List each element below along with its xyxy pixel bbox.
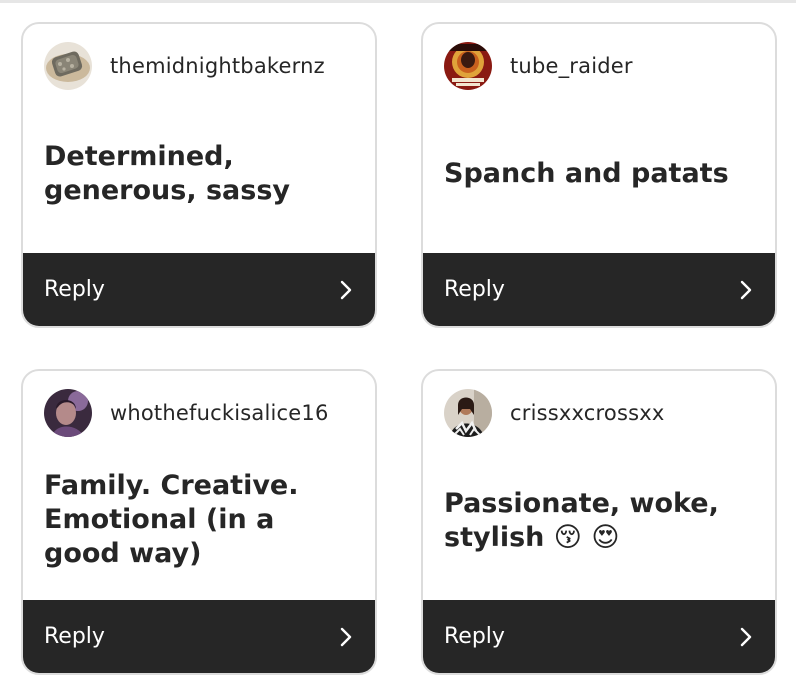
story-reply-card: tube_raider Spanch and patats Reply [421, 22, 777, 328]
chevron-right-icon [340, 627, 352, 646]
reply-label: Reply [44, 624, 105, 649]
reply-button[interactable]: Reply [423, 600, 775, 673]
reply-prompt-text: Family. Creative. Emotional (in a good w… [44, 470, 299, 569]
reply-button[interactable]: Reply [23, 253, 375, 326]
chevron-right-icon [340, 280, 352, 299]
chevron-right-icon [740, 280, 752, 299]
story-reply-card: themidnightbakernz Determined, generous,… [21, 22, 377, 328]
username[interactable]: whothefuckisalice16 [110, 401, 329, 425]
reply-label: Reply [444, 277, 505, 302]
card-header: themidnightbakernz [44, 42, 325, 90]
reply-label: Reply [44, 277, 105, 302]
avatar[interactable] [444, 389, 492, 437]
card-header: crissxxcrossxx [444, 389, 665, 437]
story-reply-card: crissxxcrossxx Passionate, woke, stylish… [421, 369, 777, 675]
chevron-right-icon [740, 627, 752, 646]
username[interactable]: themidnightbakernz [110, 54, 325, 78]
username[interactable]: crissxxcrossxx [510, 401, 665, 425]
card-header: whothefuckisalice16 [44, 389, 329, 437]
reply-prompt-text: Passionate, woke, stylish 😚 😍 [444, 488, 719, 553]
card-header: tube_raider [444, 42, 633, 90]
reply-label: Reply [444, 624, 505, 649]
reply-prompt-text: Spanch and patats [444, 158, 729, 189]
avatar[interactable] [44, 389, 92, 437]
top-divider [0, 0, 796, 3]
username[interactable]: tube_raider [510, 54, 633, 78]
story-reply-card: whothefuckisalice16 Family. Creative. Em… [21, 369, 377, 675]
reply-button[interactable]: Reply [23, 600, 375, 673]
reply-prompt-text: Determined, generous, sassy [44, 141, 291, 206]
avatar[interactable] [44, 42, 92, 90]
reply-button[interactable]: Reply [423, 253, 775, 326]
avatar[interactable] [444, 42, 492, 90]
